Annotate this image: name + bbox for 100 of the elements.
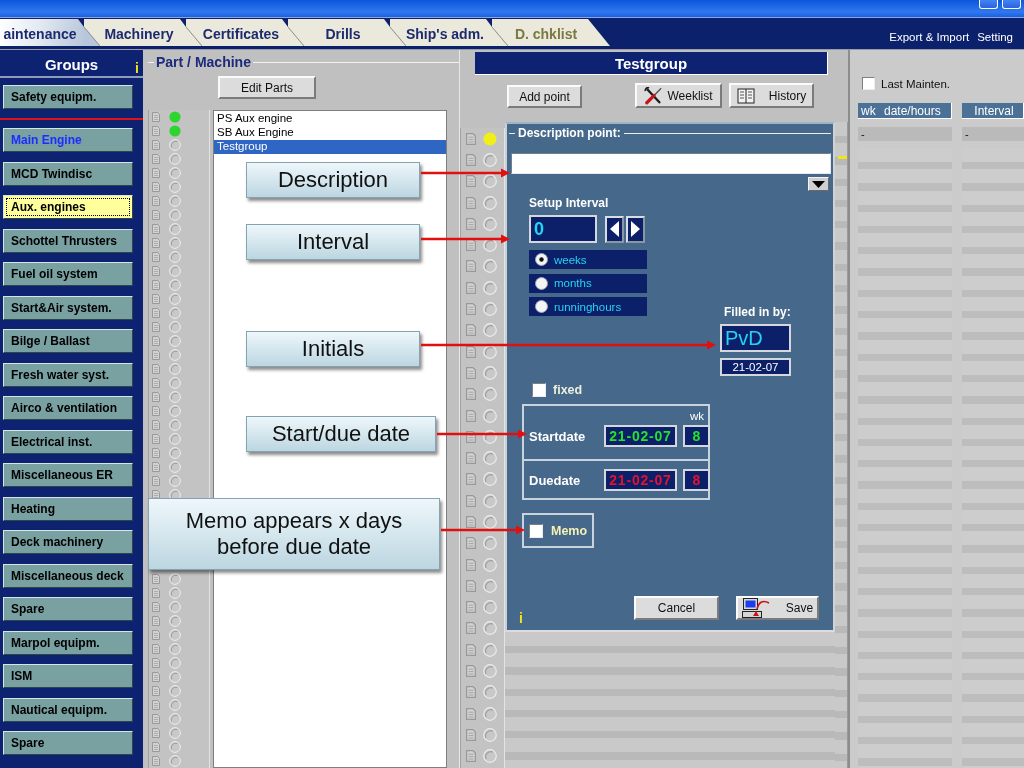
info-button[interactable]: i — [519, 611, 523, 625]
document-icon — [152, 308, 160, 318]
status-light-icon — [483, 387, 497, 402]
cancel-button[interactable]: Cancel — [634, 596, 719, 620]
document-icon — [466, 601, 476, 614]
status-light-icon — [169, 671, 181, 683]
status-light-icon — [169, 237, 181, 249]
date-field[interactable]: 21-02-07 — [720, 358, 791, 376]
document-icon — [152, 364, 160, 374]
status-light-icon — [169, 405, 181, 417]
status-light-icon — [483, 451, 497, 466]
description-field[interactable] — [511, 153, 831, 174]
info-button[interactable]: i — [135, 61, 139, 76]
status-light-icon — [169, 223, 181, 235]
weeklist-button[interactable]: Weeklist — [635, 83, 722, 108]
status-light-icon — [169, 573, 181, 585]
dropdown-button[interactable] — [808, 177, 829, 191]
list-item[interactable]: PS Aux engine — [214, 112, 446, 126]
group-button[interactable]: Heating — [3, 496, 133, 521]
document-icon — [466, 430, 476, 443]
window-control-button[interactable] — [979, 0, 998, 9]
tab[interactable]: Drills — [288, 19, 390, 46]
interval-field[interactable]: 0 — [529, 215, 597, 243]
status-light-icon — [483, 557, 497, 572]
window-control-button[interactable] — [1002, 0, 1021, 9]
document-icon — [466, 516, 476, 528]
add-point-button[interactable]: Add point — [507, 85, 582, 108]
increase-button[interactable] — [626, 215, 645, 243]
group-button[interactable]: Safety equipm. — [3, 85, 133, 109]
checkbox[interactable] — [532, 383, 546, 397]
table-cell: - — [858, 127, 952, 141]
edit-parts-button[interactable]: Edit Parts — [218, 76, 316, 99]
group-button[interactable]: Deck machinery — [3, 530, 133, 554]
status-light-icon — [169, 461, 181, 473]
tab[interactable]: Ship's adm. — [390, 19, 492, 46]
initials-field[interactable]: PvD — [720, 324, 791, 352]
group-button[interactable]: ISM — [3, 664, 133, 688]
group-button[interactable]: Miscellaneous deck — [3, 563, 133, 588]
decrease-button[interactable] — [605, 215, 624, 243]
document-icon — [466, 260, 476, 273]
group-button[interactable]: Miscellaneous ER — [3, 463, 133, 487]
table-cell: - — [962, 127, 1024, 141]
group-button[interactable]: Airco & ventilation — [3, 396, 133, 420]
menu-item[interactable]: Setting — [977, 31, 1013, 43]
status-light-icon — [169, 727, 181, 739]
status-light-icon — [169, 195, 181, 207]
group-button[interactable]: Bilge / Ballast — [3, 329, 133, 353]
callout-label: Initials — [246, 331, 420, 367]
tab[interactable]: Machinery — [84, 19, 186, 46]
group-button[interactable]: Spare — [3, 731, 133, 755]
document-icon — [466, 153, 476, 166]
field-label: Setup Interval — [529, 196, 610, 210]
checkbox[interactable] — [529, 523, 543, 538]
radio-option[interactable]: runninghours — [529, 297, 647, 316]
group-button[interactable]: Marpol equipm. — [3, 630, 133, 655]
save-button[interactable]: Save — [736, 596, 819, 620]
history-button[interactable]: History — [729, 83, 814, 108]
status-light-icon — [169, 629, 181, 641]
group-button[interactable]: MCD Twindisc — [3, 161, 133, 186]
status-light-icon — [483, 429, 497, 444]
column-header[interactable]: Interval — [962, 103, 1024, 119]
status-light-icon — [483, 174, 497, 189]
document-icon — [152, 602, 160, 612]
list-item[interactable]: Testgroup — [214, 140, 446, 154]
callout-label: Description — [246, 162, 420, 198]
document-icon — [466, 217, 476, 230]
radio-label: weeks — [554, 253, 587, 266]
week-field[interactable]: 8 — [683, 425, 710, 447]
document-icon — [152, 420, 160, 430]
group-button[interactable]: Fresh water syst. — [3, 362, 133, 387]
column-header[interactable]: wk date/hours — [858, 103, 952, 119]
document-icon — [152, 406, 160, 416]
column-label: wk — [688, 410, 705, 422]
document-icon — [152, 728, 160, 738]
field-label: Startdate — [529, 428, 587, 444]
document-icon — [152, 574, 160, 584]
list-item[interactable]: SB Aux Engine — [214, 126, 446, 140]
group-button[interactable]: Electrical inst. — [3, 429, 133, 454]
status-light-icon — [483, 472, 497, 487]
checkbox[interactable] — [862, 77, 875, 90]
group-button[interactable]: Start&Air system. — [3, 295, 133, 320]
document-icon — [152, 686, 160, 696]
caret-icon — [812, 180, 825, 188]
radio-option[interactable]: weeks — [529, 250, 647, 269]
tab[interactable]: Certificates — [186, 19, 288, 46]
document-icon — [152, 154, 160, 164]
radio-option[interactable]: months — [529, 273, 647, 293]
date-field[interactable]: 21-02-07 — [604, 425, 677, 447]
status-light-icon — [483, 536, 497, 551]
document-icon — [152, 168, 160, 178]
tab[interactable]: aintenance — [0, 19, 84, 46]
group-button[interactable]: Nautical equipm. — [3, 697, 133, 722]
document-icon — [466, 643, 476, 656]
document-icon — [466, 473, 476, 486]
group-button[interactable]: Spare — [3, 597, 133, 621]
group-button[interactable]: Schottel Thrusters — [3, 228, 133, 253]
menu-item[interactable]: Export & Import — [889, 31, 970, 43]
document-icon — [152, 434, 160, 444]
group-button[interactable]: Fuel oil system — [3, 262, 133, 286]
group-button[interactable]: Aux. engines — [3, 195, 133, 219]
